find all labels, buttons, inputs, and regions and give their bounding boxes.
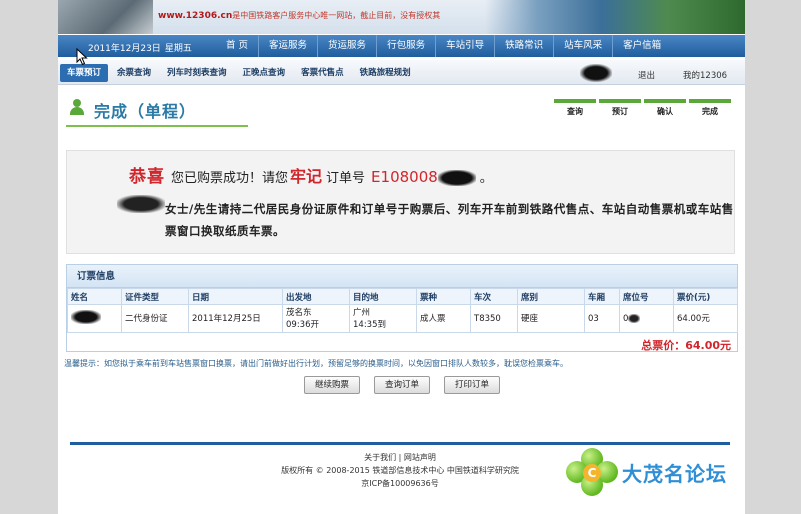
step-confirm: 确认 [644,99,686,117]
sub-nav-items: 车票预订 余票查询 列车时刻表查询 正晚点查询 客票代售点 铁路旅程规划 [60,64,420,82]
logout-link[interactable]: 退出 [638,69,655,81]
col-date: 日期 [188,288,283,305]
nav-items: 首 页 客运服务 货运服务 行包服务 车站引导 铁路常识 站车风采 客户信箱 [216,35,671,57]
page-title-block: 完成（单程） [66,95,248,127]
passenger-name-redacted [117,195,165,213]
order-number-redacted [437,169,476,186]
clover-logo-icon: C [566,448,618,496]
success-message: 您已购票成功！请您 [171,171,289,186]
site-banner: www.12306.cn是中国铁路客户服务中心唯一网站，截止目前，没有授权其 [58,0,745,34]
table-header-row: 姓名 证件类型 日期 出发地 目的地 票种 车次 席别 车厢 席位号 票价(元) [67,288,738,305]
nav-item-freight[interactable]: 货运服务 [317,35,376,57]
order-number-label: 订单号 [326,171,366,186]
tab-trip-planning[interactable]: 铁路旅程规划 [353,64,418,82]
date-text: 2011年12月23日 [88,44,161,54]
order-info-panel: 订票信息 姓名 证件类型 日期 出发地 目的地 票种 车次 席别 车厢 席位号 … [66,264,738,352]
banner-photo [58,0,153,34]
to-station: 广州 [353,307,371,318]
main-nav: 2011年12月23日 星期五 首 页 客运服务 货运服务 行包服务 车站引导 铁… [58,35,745,57]
step-query: 查询 [554,99,596,117]
congrats-text: 恭喜 [129,167,165,187]
page: www.12306.cn是中国铁路客户服务中心唯一网站，截止目前，没有授权其 2… [58,0,745,514]
pickup-instruction: 女士/先生请持二代居民身份证原件和订单号于购票后、列车开车前到铁路代售点、车站自… [165,202,734,238]
progress-steps: 查询 预订 确认 完成 [554,99,734,117]
cell-date: 2011年12月25日 [188,304,283,333]
nav-item-station-style[interactable]: 站车风采 [553,35,612,57]
forum-watermark: C 大茂名论坛 [566,448,752,496]
action-buttons: 继续购票 查询订单 打印订单 [304,376,514,394]
success-line: 恭喜 您已购票成功！请您 牢记 订单号 E108008 。 [129,162,493,187]
banner-text: www.12306.cn是中国铁路客户服务中心唯一网站，截止目前，没有授权其 [158,10,440,21]
col-train: 车次 [470,288,518,305]
order-number: E108008 [371,168,438,186]
continue-booking-button[interactable]: 继续购票 [304,376,361,394]
order-table: 姓名 证件类型 日期 出发地 目的地 票种 车次 席别 车厢 席位号 票价(元)… [67,288,738,333]
period: 。 [479,171,493,186]
col-name: 姓名 [67,288,122,305]
cell-seat-class: 硬座 [517,304,585,333]
mouse-cursor-icon [76,48,88,66]
watermark-text: 大茂名论坛 [622,462,727,486]
cell-name [67,304,122,333]
col-price: 票价(元) [673,288,738,305]
sub-nav: 车票预订 余票查询 列车时刻表查询 正晚点查询 客票代售点 铁路旅程规划 退出 … [58,60,745,85]
success-message-box: 恭喜 您已购票成功！请您 牢记 订单号 E108008 。 女士/先生请持二代居民身份证原… [66,150,735,254]
from-station: 茂名东 [286,307,312,318]
step-book: 预订 [599,99,641,117]
nav-item-home[interactable]: 首 页 [216,35,258,57]
order-info-header: 订票信息 [67,265,737,288]
username-redacted [580,64,612,82]
clover-letter: C [583,464,601,482]
seat-no-redacted [628,313,641,323]
cell-to: 广州 14:35到 [349,304,417,333]
my-account-link[interactable]: 我的12306 [683,69,727,81]
col-seat-class: 席别 [517,288,585,305]
cell-train: T8350 [470,304,518,333]
query-order-button[interactable]: 查询订单 [374,376,431,394]
nav-item-mailbox[interactable]: 客户信箱 [612,35,671,57]
tab-timetable[interactable]: 列车时刻表查询 [160,64,234,82]
right-margin [745,0,801,514]
nav-item-luggage[interactable]: 行包服务 [376,35,435,57]
remember-text: 牢记 [290,167,323,186]
user-icon [70,99,84,115]
nav-item-station-guide[interactable]: 车站引导 [435,35,494,57]
nav-item-railway-knowledge[interactable]: 铁路常识 [494,35,553,57]
table-row: 二代身份证 2011年12月25日 茂名东 09:36开 广州 14:35到 成人票… [67,304,738,333]
left-margin [0,0,58,514]
weekday-text: 星期五 [164,44,192,54]
col-from: 出发地 [282,288,350,305]
banner-slogan: 是中国铁路客户服务中心唯一网站，截止目前，没有授权其 [232,11,441,20]
col-id-type: 证件类型 [121,288,189,305]
footer-divider [70,442,730,445]
col-to: 目的地 [349,288,417,305]
cell-carriage: 03 [584,304,620,333]
banner-train-image [485,0,745,34]
col-carriage: 车厢 [584,288,620,305]
tab-remaining-tickets[interactable]: 余票查询 [110,64,158,82]
tab-agency-points[interactable]: 客票代售点 [294,64,351,82]
print-order-button[interactable]: 打印订单 [444,376,501,394]
from-time: 09:36开 [286,319,319,330]
reminder-tip: 温馨提示：如您拟于乘车前到车站售票窗口换票，请出门前做好出行计划，预留足够的换票… [64,359,568,368]
tab-delay-query[interactable]: 正晚点查询 [236,64,293,82]
cell-from: 茂名东 09:36开 [282,304,350,333]
cell-price: 64.00元 [673,304,738,333]
nav-item-passenger[interactable]: 客运服务 [258,35,317,57]
site-url[interactable]: www.12306.cn [158,11,232,21]
col-seat-no: 席位号 [619,288,674,305]
to-time: 14:35到 [353,319,386,330]
nav-date: 2011年12月23日 星期五 [88,41,192,54]
total-price: 总票价：64.00元 [641,339,731,352]
page-title: 完成（单程） [94,102,197,121]
col-ticket-type: 票种 [416,288,471,305]
cell-ticket-type: 成人票 [416,304,471,333]
cell-seat-no: 0 [619,304,674,333]
cell-id-type: 二代身份证 [121,304,189,333]
step-complete: 完成 [689,99,731,117]
name-redacted [71,309,101,324]
tab-ticket-booking[interactable]: 车票预订 [60,64,109,82]
